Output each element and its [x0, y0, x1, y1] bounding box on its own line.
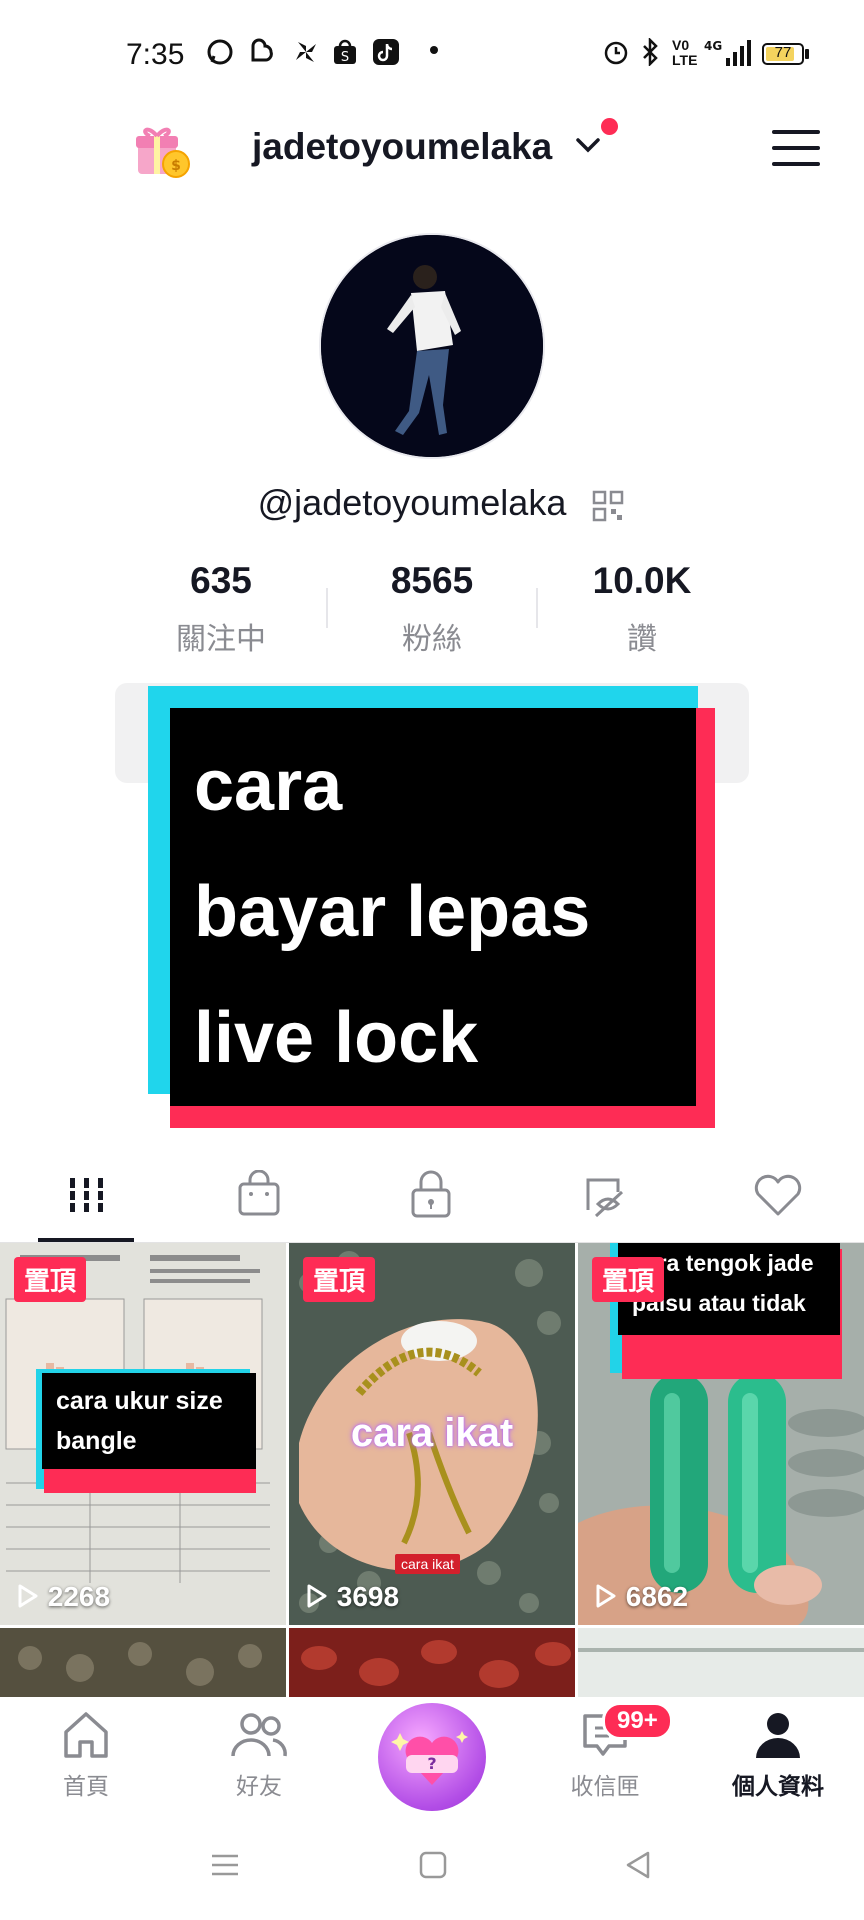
video-thumbnail-5[interactable]	[289, 1628, 575, 1697]
handle-text: @jadetoyoumelaka	[257, 482, 567, 523]
video-caption: cara ikat	[350, 1411, 514, 1455]
nav-profile[interactable]: 個人資料	[708, 1708, 848, 1801]
svg-text:$: $	[171, 158, 181, 174]
play-icon	[596, 1584, 616, 1608]
app-icon-pinwheel	[292, 38, 320, 73]
bluetooth-icon	[640, 36, 660, 73]
following-label[interactable]: 關注中	[121, 614, 321, 658]
view-count-value: 6862	[625, 1581, 689, 1612]
stat-divider	[536, 588, 538, 628]
view-count: 2268	[14, 1581, 110, 1613]
gift-coins-icon[interactable]: $	[132, 122, 192, 180]
overlay-line-2: bayar lepas	[194, 872, 591, 952]
nav-home[interactable]: 首頁	[16, 1708, 156, 1801]
hamburger-menu-icon[interactable]	[772, 130, 820, 170]
friends-icon	[231, 1713, 287, 1757]
svg-text:S: S	[341, 50, 349, 65]
status-time: 7:35	[126, 38, 185, 71]
view-count: 3698	[303, 1581, 399, 1613]
svg-text:4G: 4G	[704, 39, 722, 53]
tab-liked-heart-icon[interactable]	[748, 1170, 808, 1220]
nav-home-label: 首頁	[63, 1773, 109, 1799]
tab-videos-grid-icon[interactable]	[56, 1170, 116, 1220]
battery-percent: 77	[774, 44, 792, 61]
followers-count[interactable]: 8565	[332, 560, 532, 602]
account-username[interactable]: jadetoyoumelaka	[252, 126, 552, 168]
volte-icon: V0 LTE	[672, 37, 698, 68]
nav-friends-label: 好友	[236, 1773, 282, 1799]
pinned-badge: 置頂	[592, 1257, 665, 1302]
video-thumbnail-1[interactable]: cara ukur size bangle 置頂 2268	[0, 1243, 286, 1625]
video-sub-caption: cara ikat	[395, 1554, 460, 1574]
video-thumbnail-3[interactable]: cara tengok jade palsu atau tidak 置頂 686…	[578, 1243, 864, 1625]
view-count-value: 2268	[47, 1581, 111, 1612]
likes-label[interactable]: 讚	[542, 614, 742, 658]
video-thumbnail-4[interactable]	[0, 1628, 286, 1697]
following-count[interactable]: 635	[121, 560, 321, 602]
battery-cap	[805, 49, 809, 59]
shopee-icon: S	[332, 38, 358, 73]
inbox-badge: 99+	[602, 1702, 673, 1740]
home-icon	[64, 1712, 108, 1758]
notification-dot	[601, 118, 618, 135]
create-button[interactable]: ?	[378, 1703, 486, 1811]
video-thumbnail-6[interactable]	[578, 1628, 864, 1697]
view-count-value: 3698	[336, 1581, 400, 1612]
view-count: 6862	[592, 1581, 688, 1613]
qr-code-icon[interactable]	[592, 490, 624, 522]
video-thumbnail-2[interactable]: 置頂 cara ikat cara ikat 3698	[289, 1243, 575, 1625]
battery-icon: 77	[762, 43, 804, 65]
tiktok-icon	[372, 38, 400, 73]
more-notifications-dot	[430, 46, 438, 54]
profile-handle: @jadetoyoumelaka	[0, 482, 864, 524]
nav-inbox-label: 收信匣	[570, 1773, 640, 1799]
profile-person-icon	[756, 1713, 800, 1758]
avatar[interactable]	[319, 233, 545, 459]
overlay-line-1: cara	[194, 746, 343, 826]
tab-reposts-eye-slash-icon[interactable]	[576, 1170, 636, 1220]
nav-friends[interactable]: 好友	[189, 1708, 329, 1801]
chevron-down-icon[interactable]	[574, 134, 602, 161]
alarm-icon	[602, 38, 630, 73]
system-home-icon[interactable]	[418, 1850, 448, 1885]
whatsapp-icon	[206, 38, 234, 73]
mystery-heart-icon: ?	[391, 1731, 468, 1785]
system-menu-icon[interactable]	[210, 1850, 240, 1885]
likes-count[interactable]: 10.0K	[542, 560, 742, 602]
tab-shop-bag-icon[interactable]	[229, 1169, 289, 1220]
system-back-icon[interactable]	[624, 1850, 654, 1885]
svg-text:?: ?	[427, 1754, 436, 1773]
signal-icon: 4G	[704, 38, 752, 75]
tab-private-lock-icon[interactable]	[401, 1170, 461, 1220]
play-icon	[307, 1584, 327, 1608]
followers-label[interactable]: 粉絲	[332, 614, 532, 658]
nav-profile-label: 個人資料	[732, 1773, 824, 1799]
pinned-badge: 置頂	[303, 1257, 376, 1302]
status-bar: 7:35 S V0 LTE 4G 77	[0, 0, 864, 110]
app-icon-cloud	[248, 38, 276, 73]
stat-divider	[326, 588, 328, 628]
overlay-line-3: live lock	[194, 998, 479, 1078]
video-caption: cara ukur size bangle	[42, 1373, 256, 1469]
play-icon	[18, 1584, 38, 1608]
pinned-badge: 置頂	[14, 1257, 87, 1302]
